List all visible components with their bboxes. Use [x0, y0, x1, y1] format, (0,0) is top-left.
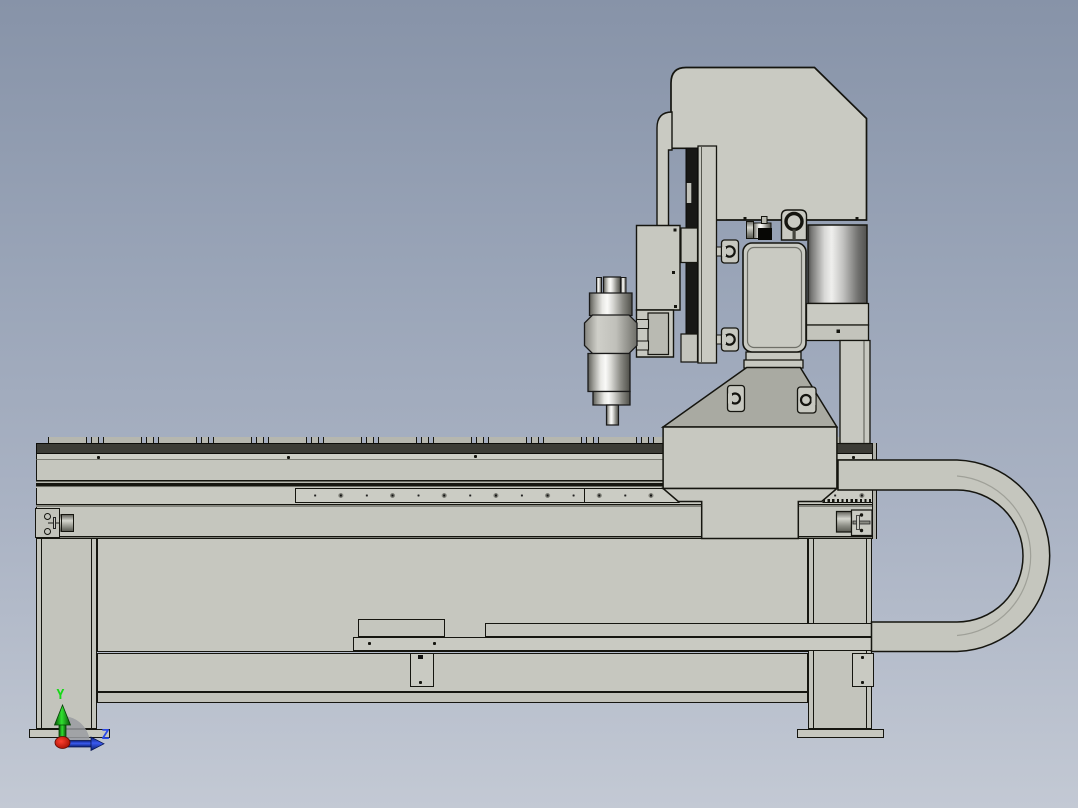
spindle-collet	[607, 405, 619, 425]
cable-chain	[838, 460, 1050, 652]
coupler-stud	[762, 217, 768, 224]
sensor-block	[758, 228, 772, 240]
motor-shaft	[853, 521, 870, 524]
funnel-roller-left	[728, 386, 745, 412]
plate-roller-lower	[717, 328, 739, 351]
funnel-roller-right	[798, 387, 817, 413]
screw	[836, 329, 840, 333]
y-axis-label: Y	[57, 688, 65, 703]
coupler-cap	[747, 222, 754, 239]
shaft-collar	[857, 516, 860, 530]
y-front-plate	[698, 146, 717, 363]
eyebolt-ring	[786, 214, 802, 230]
spindle-cap	[604, 277, 621, 295]
spindle-clamp-block	[585, 315, 638, 354]
plate-roller-upper	[717, 240, 739, 263]
spindle-nose	[593, 392, 630, 406]
machine-render-layer: Y Z	[0, 0, 1078, 808]
cad-viewport[interactable]: Y Z	[0, 0, 1078, 808]
spindle-bracket-window	[648, 313, 669, 355]
right-side-column	[840, 341, 870, 444]
orientation-triad[interactable]: Y Z	[55, 688, 110, 751]
head-pillar	[657, 112, 672, 227]
x-axis-marker	[55, 737, 70, 749]
spindle-motor	[585, 277, 638, 425]
screw	[859, 528, 864, 533]
stepper-motor-right	[837, 512, 852, 533]
rail-block-upper	[681, 228, 698, 263]
eyebolt-stem	[792, 229, 796, 240]
spindle-pin	[597, 278, 602, 295]
z-axis-label: Z	[102, 728, 110, 743]
z-axis-plate	[637, 226, 681, 311]
y-carriage	[743, 243, 806, 352]
screw	[673, 228, 677, 232]
cover-screw	[855, 217, 859, 220]
spindle-body	[588, 354, 630, 392]
screw	[674, 305, 677, 308]
gantry-column-lower	[663, 489, 837, 539]
carriage-neck	[746, 352, 801, 361]
clamp-tab-upper	[637, 320, 649, 329]
gantry-column-body	[663, 427, 837, 489]
screw	[859, 513, 864, 517]
cover-screw	[743, 217, 747, 220]
rail-block-lower	[681, 334, 698, 362]
gas-spring-cylinder	[808, 225, 867, 304]
z-rail-notch	[686, 183, 692, 203]
spindle-pin	[621, 278, 626, 295]
y-axis-arrowhead	[55, 705, 71, 725]
spindle-top-cylinder	[590, 293, 633, 316]
screw	[672, 271, 675, 274]
clamp-tab-lower	[637, 341, 649, 350]
cylinder-block-upper	[807, 304, 869, 326]
